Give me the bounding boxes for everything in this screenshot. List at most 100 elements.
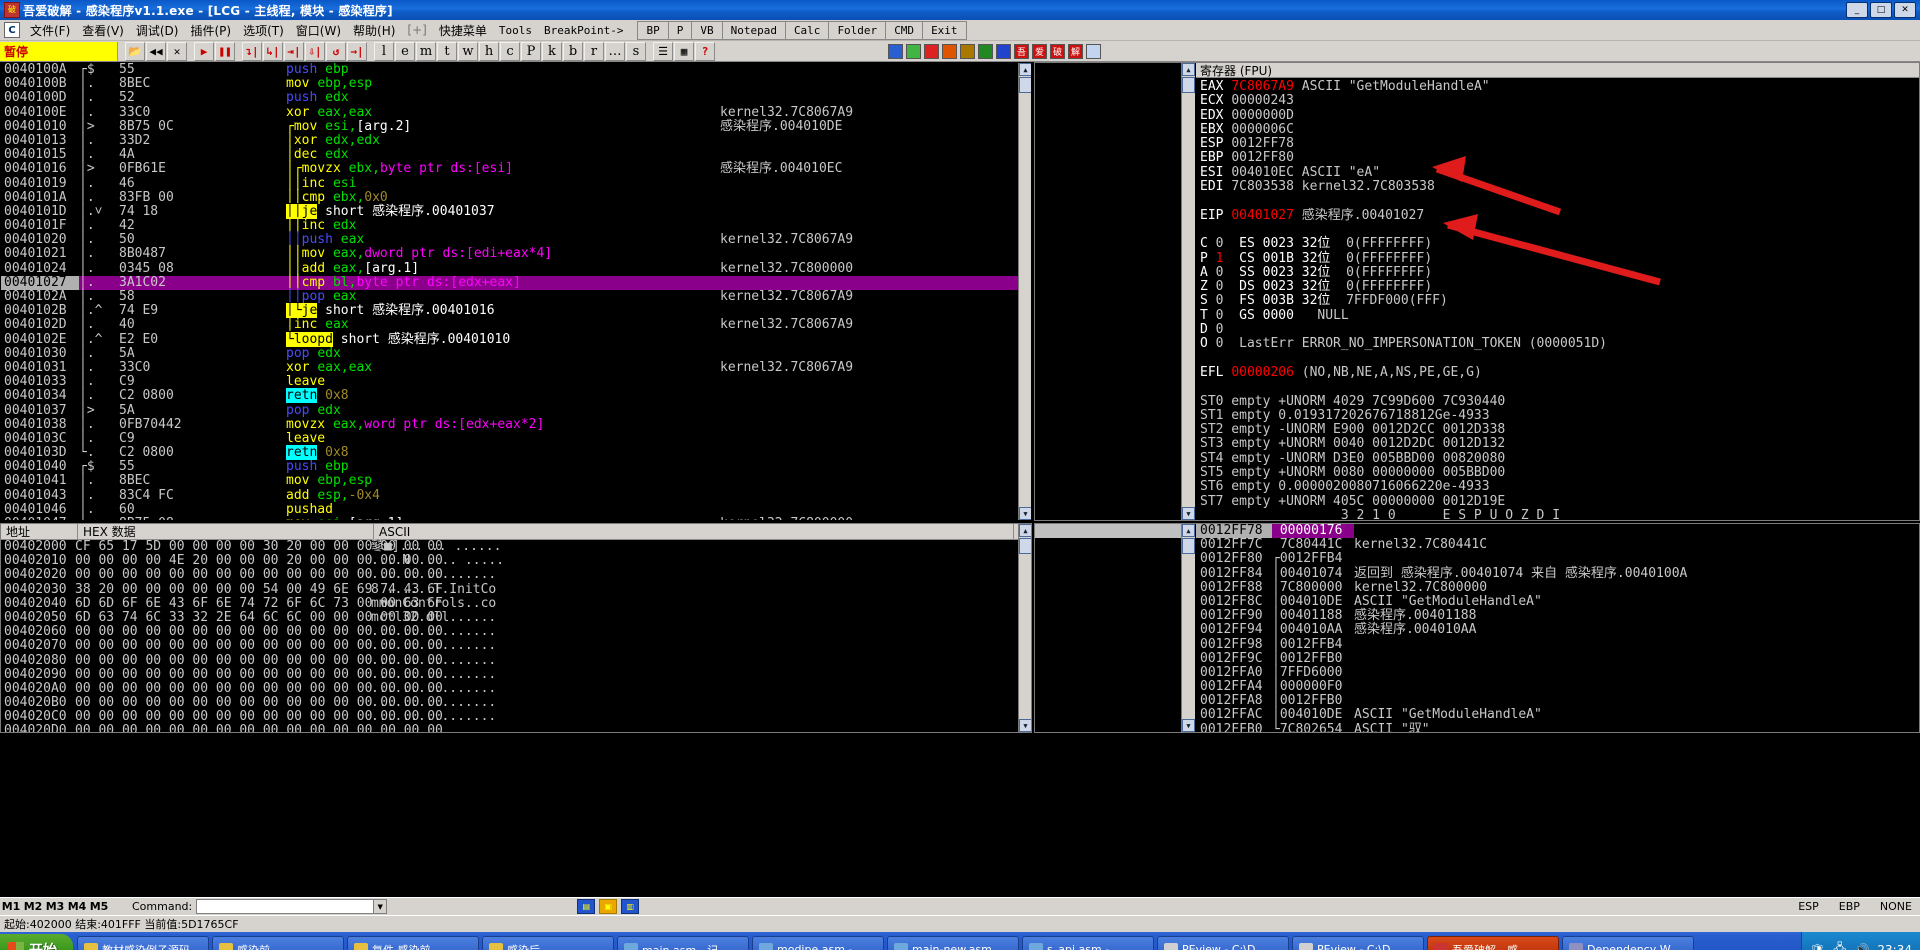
register-line[interactable]: ST3 empty +UNORM 0040 0012D2DC 0012D132 bbox=[1200, 437, 1919, 451]
dump-row[interactable]: 00402050 6D 63 74 6C 33 32 2E 64 6C 6C 00… bbox=[1, 610, 1031, 625]
disassembly-scrollbar[interactable]: ▲ ▼ bbox=[1018, 63, 1031, 520]
taskbar-item[interactable]: main.asm - 记... bbox=[617, 936, 749, 950]
tray-network-icon[interactable]: 🖧 bbox=[1833, 939, 1846, 950]
wuai-icon-2[interactable]: 爱 bbox=[1032, 43, 1047, 59]
disassembly-row[interactable]: 0040102B │.^ 74 E9 │└je short 感染程序.00401016 bbox=[1, 303, 1031, 319]
register-line[interactable]: EAX 7C8067A9 ASCII "GetModuleHandleA" bbox=[1200, 79, 1919, 94]
disassembly-row[interactable]: 00401010 │> 8B75 0C ┌mov esi,[arg.2] 感染程序.00… bbox=[1, 119, 1031, 134]
wuai-icon-3[interactable]: 破 bbox=[1050, 43, 1065, 59]
register-line[interactable]: ST5 empty +UNORM 0080 00000000 005BBD00 bbox=[1200, 465, 1919, 480]
taskbar-item[interactable]: main-new.asm ... bbox=[887, 936, 1019, 950]
disassembly-row[interactable]: 00401037 │> 5A pop edx bbox=[1, 403, 1031, 418]
disassembly-row[interactable]: 0040101D │.˅ 74 18 ││je short 感染程序.00401037 bbox=[1, 203, 1031, 219]
disassembly-row[interactable]: 0040100E │. 33C0 xor eax,eax kernel32.7C8067… bbox=[1, 105, 1031, 120]
start-button[interactable]: 开始 bbox=[0, 934, 73, 950]
register-line[interactable] bbox=[1200, 194, 1919, 208]
register-line[interactable]: 3 2 1 0 E S P U O Z D I bbox=[1200, 508, 1919, 520]
handles-window-icon[interactable]: h bbox=[479, 41, 499, 61]
dump-scroll-down-icon[interactable]: ▼ bbox=[1019, 719, 1031, 732]
command-dropdown-icon[interactable]: ▼ bbox=[373, 899, 388, 914]
disassembly-row[interactable]: 00401015 │. 4A │dec edx bbox=[1, 147, 1031, 162]
disassembly-row[interactable]: 00401027 │. 3A1C02 ││cmp bl,byte ptr ds:[ed… bbox=[1, 275, 1031, 290]
register-line[interactable]: A 0 SS 0023 32位 0(FFFFFFFF) bbox=[1200, 265, 1919, 280]
reg-scroll-up-icon[interactable]: ▲ bbox=[1182, 63, 1195, 76]
taskbar-item[interactable]: Dependency Wa... bbox=[1562, 936, 1694, 950]
disassembly-row[interactable]: 00401047│.8B75 08mov esi,[arg.1]kernel32… bbox=[1, 516, 1031, 520]
dump-scroll-up-icon[interactable]: ▲ bbox=[1019, 524, 1031, 537]
register-line[interactable]: T 0 GS 0000 NULL bbox=[1200, 308, 1919, 323]
command-input[interactable] bbox=[196, 899, 375, 914]
stack-scroll-down-icon[interactable]: ▼ bbox=[1182, 719, 1195, 732]
memory-window-icon[interactable]: m bbox=[416, 41, 436, 61]
taskbar-item[interactable]: 吾爱破解 - 感... bbox=[1427, 936, 1559, 950]
plugin-icon-1[interactable] bbox=[888, 43, 903, 59]
threads-window-icon[interactable]: t bbox=[437, 41, 457, 61]
minimize-button[interactable]: _ bbox=[1846, 2, 1868, 18]
stack-row[interactable]: 0012FF84 │00401074 返回到 感染程序.00401074 来自 感染… bbox=[1196, 566, 1919, 581]
register-line[interactable]: EFL 00000206 (NO,NB,NE,A,NS,PE,GE,G) bbox=[1200, 365, 1919, 380]
dump-row[interactable]: 00402090 00 00 00 00 00 00 00 00 00 00 00… bbox=[1, 667, 1031, 682]
disassembly-row[interactable]: 00401016 │> 0FB61E │┌movzx ebx,byte ptr ds:… bbox=[1, 162, 1031, 176]
stack-scrollbar[interactable]: ▲ ▼ bbox=[1181, 524, 1195, 732]
dump-row[interactable]: 004020A0 00 00 00 00 00 00 00 00 00 00 00… bbox=[1, 681, 1031, 696]
register-line[interactable]: ESP 0012FF78 bbox=[1200, 137, 1919, 151]
reg-scroll-down-icon[interactable]: ▼ bbox=[1182, 507, 1195, 520]
wuai-icon-1[interactable]: 吾 bbox=[1014, 43, 1029, 59]
quick-notepad-button[interactable]: Notepad bbox=[721, 20, 785, 40]
references-icon[interactable]: r bbox=[584, 41, 604, 61]
badge-none[interactable]: NONE bbox=[1880, 900, 1912, 913]
plugin-icon-2[interactable] bbox=[906, 43, 921, 59]
memory-marker-m5[interactable]: M5 bbox=[88, 900, 110, 913]
register-line[interactable]: ECX 00000243 bbox=[1200, 94, 1919, 108]
run-trace-icon[interactable]: … bbox=[605, 41, 625, 61]
step-over-icon[interactable]: ↳| bbox=[263, 41, 283, 61]
stack-row[interactable]: 0012FF8C │004010DE ASCII "GetModuleHandleA… bbox=[1196, 594, 1919, 609]
disassembly-row[interactable]: 0040102E │.^ E2 E0 └loopd short 感染程序.004010… bbox=[1, 331, 1031, 347]
plugin-bar-icon-2[interactable]: ▣ bbox=[599, 899, 618, 914]
dump-row[interactable]: 00402000 CF 65 17 5D 00 00 00 00 30 20 00… bbox=[1, 539, 1031, 554]
memory-marker-m2[interactable]: M2 bbox=[22, 900, 44, 913]
stack-row[interactable]: 0012FF78 00000176 bbox=[1196, 524, 1919, 539]
register-line[interactable]: O 0 LastErr ERROR_NO_IMPERSONATION_TOKEN… bbox=[1200, 337, 1919, 351]
windows-window-icon[interactable]: w bbox=[458, 41, 478, 61]
disassembly-row[interactable]: 00401019 │. 46 ││inc esi bbox=[1, 176, 1031, 191]
stack-row[interactable]: 0012FF98 │0012FFB4 bbox=[1196, 637, 1919, 652]
disassembly-row[interactable]: 00401041 │. 8BEC mov ebp,esp bbox=[1, 474, 1031, 488]
register-line[interactable]: ST6 empty 0.0000020080716066220e-4933 bbox=[1200, 480, 1919, 494]
disassembly-row[interactable]: 00401021 │. 8B0487 ││mov eax,dword ptr ds:[… bbox=[1, 247, 1031, 261]
menu-plus[interactable]: [+] bbox=[401, 21, 432, 39]
disassembly-row[interactable]: 0040100D │. 52 push edx bbox=[1, 91, 1031, 105]
memory-marker-m1[interactable]: M1 bbox=[0, 900, 22, 913]
taskbar-item[interactable]: 感染前 bbox=[212, 936, 344, 950]
register-line[interactable]: EDX 0000000D bbox=[1200, 108, 1919, 123]
disassembly-row[interactable]: 00401030 │. 5A pop edx bbox=[1, 346, 1031, 361]
register-line[interactable]: ST4 empty -UNORM D3E0 005BBD00 00820080 bbox=[1200, 451, 1919, 466]
stack-row[interactable]: 0012FF94 │004010AA 感染程序.004010AA bbox=[1196, 623, 1919, 637]
plugin-icon-5[interactable] bbox=[960, 43, 975, 59]
stack-row[interactable]: 0012FF88 │7C800000 kernel32.7C800000 bbox=[1196, 580, 1919, 595]
registers-scrollbar[interactable]: ▲ ▼ bbox=[1181, 63, 1195, 520]
trace-into-icon[interactable]: ⇥| bbox=[284, 41, 304, 61]
quick-exit-button[interactable]: Exit bbox=[922, 20, 967, 40]
quick-bp-button[interactable]: BP bbox=[637, 20, 668, 40]
stack-row[interactable]: 0012FF9C │0012FFB0 bbox=[1196, 651, 1919, 666]
patches-window-icon[interactable]: P bbox=[521, 41, 541, 61]
register-line[interactable]: S 0 FS 003B 32位 7FFDF000(FFF) bbox=[1200, 294, 1919, 308]
disassembly-row[interactable]: 00401031 │. 33C0 xor eax,eax kernel32.7C8067… bbox=[1, 360, 1031, 375]
run-icon[interactable]: ▶ bbox=[194, 41, 214, 61]
options-list-icon[interactable]: ☰ bbox=[653, 41, 673, 61]
quick-p-button[interactable]: P bbox=[667, 20, 692, 40]
taskbar-item[interactable]: modipe.asm - ... bbox=[752, 936, 884, 950]
dump-col-ascii[interactable]: ASCII bbox=[374, 524, 1014, 540]
call-stack-icon[interactable]: k bbox=[542, 41, 562, 61]
dump-row[interactable]: 00402030 38 20 00 00 00 00 00 00 54 00 49… bbox=[1, 582, 1031, 597]
menu-file[interactable]: 文件(F) bbox=[24, 20, 76, 41]
cpu-window-icon[interactable]: c bbox=[500, 41, 520, 61]
disassembly-row[interactable]: 00401034 │. C2 0800 retn 0x8 bbox=[1, 388, 1031, 404]
menu-plugins[interactable]: 插件(P) bbox=[184, 20, 237, 41]
dump-row[interactable]: 004020C0 00 00 00 00 00 00 00 00 00 00 00… bbox=[1, 710, 1031, 724]
stack-scroll-thumb[interactable] bbox=[1182, 538, 1195, 554]
menu-shortcut[interactable]: 快捷菜单 bbox=[433, 20, 493, 41]
dump-col-hex[interactable]: HEX 数据 bbox=[78, 524, 374, 540]
log-window-icon[interactable]: l bbox=[374, 41, 394, 61]
